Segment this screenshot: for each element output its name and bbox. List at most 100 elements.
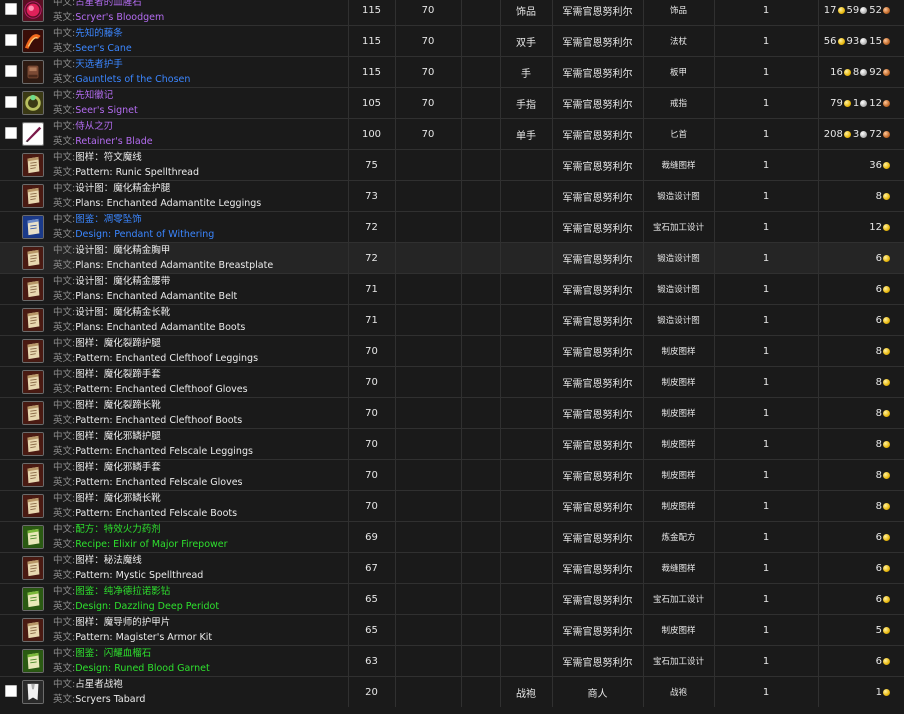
item-name-en[interactable]: Pattern: Enchanted Felscale Boots (75, 508, 237, 519)
item-name-cn[interactable]: 先知的藤条 (75, 28, 123, 39)
item-name-cn[interactable]: 占星者战袍 (75, 679, 123, 690)
item-name-cn[interactable]: 图样：魔化裂蹄手套 (75, 369, 161, 380)
vendor-name[interactable]: 军需官恩努利尔 (551, 118, 643, 150)
row-checkbox[interactable] (4, 95, 17, 108)
item-name-en[interactable]: Gauntlets of the Chosen (75, 74, 190, 85)
row-checkbox[interactable] (4, 684, 17, 697)
signet-icon[interactable] (22, 91, 44, 115)
item-name-cn[interactable]: 配方：特效火力药剂 (75, 524, 161, 535)
scroll-icon[interactable] (22, 432, 44, 456)
vendor-name[interactable]: 军需官恩努利尔 (551, 366, 643, 398)
scroll-icon[interactable] (22, 184, 44, 208)
tabard-icon[interactable] (22, 680, 44, 704)
table-row[interactable]: 中文:图样：魔化邪鳞护腿 英文:Pattern: Enchanted Felsc… (0, 428, 904, 460)
item-name-en[interactable]: Pattern: Runic Spellthread (75, 167, 199, 178)
vendor-name[interactable]: 军需官恩努利尔 (551, 552, 643, 584)
item-name-cn[interactable]: 占星者的血腥石 (75, 0, 142, 8)
item-name-en[interactable]: Design: Pendant of Withering (75, 229, 214, 240)
scroll-icon[interactable] (22, 463, 44, 487)
recipe-green-icon[interactable] (22, 525, 44, 549)
table-row[interactable]: 中文:图样：魔化邪鳞手套 英文:Pattern: Enchanted Felsc… (0, 459, 904, 491)
item-name-cn[interactable]: 先知徽记 (75, 90, 113, 101)
item-name-cn[interactable]: 图样：符文魔线 (75, 152, 142, 163)
vendor-name[interactable]: 军需官恩努利尔 (551, 242, 643, 274)
item-name-en[interactable]: Plans: Enchanted Adamantite Boots (75, 322, 245, 333)
vendor-name[interactable]: 军需官恩努利尔 (551, 273, 643, 305)
item-name-en[interactable]: Pattern: Enchanted Clefthoof Boots (75, 415, 242, 426)
item-name-cn[interactable]: 图样：魔化邪鳞长靴 (75, 493, 161, 504)
scroll-icon[interactable] (22, 246, 44, 270)
bloodgem-icon[interactable] (22, 0, 44, 22)
item-name-cn[interactable]: 图样：魔化邪鳞护腿 (75, 431, 161, 442)
vendor-name[interactable]: 军需官恩努利尔 (551, 304, 643, 336)
table-row[interactable]: 中文:先知的藤条 英文:Seer's Cane 115 70 双手 军需官恩努利… (0, 25, 904, 57)
table-row[interactable]: 中文:设计图：魔化精金腰带 英文:Plans: Enchanted Adaman… (0, 273, 904, 305)
vendor-name[interactable]: 军需官恩努利尔 (551, 335, 643, 367)
scroll-icon[interactable] (22, 401, 44, 425)
blade-icon[interactable] (22, 122, 44, 146)
item-name-cn[interactable]: 图样：魔导师的护甲片 (75, 617, 170, 628)
table-row[interactable]: 中文:占星者的血腥石 英文:Scryer's Bloodgem 115 70 饰… (0, 0, 904, 26)
item-name-cn[interactable]: 图样：秘法魔线 (75, 555, 142, 566)
item-name-en[interactable]: Plans: Enchanted Adamantite Breastplate (75, 260, 273, 271)
item-name-en[interactable]: Scryers Tabard (75, 694, 145, 705)
item-name-cn[interactable]: 图鉴：闪耀血榴石 (75, 648, 151, 659)
item-name-en[interactable]: Design: Dazzling Deep Peridot (75, 601, 219, 612)
cane-icon[interactable] (22, 29, 44, 53)
scroll-icon[interactable] (22, 494, 44, 518)
table-row[interactable]: 中文:图样：魔化邪鳞长靴 英文:Pattern: Enchanted Felsc… (0, 490, 904, 522)
vendor-name[interactable]: 军需官恩努利尔 (551, 149, 643, 181)
recipe-green-icon[interactable] (22, 587, 44, 611)
table-row[interactable]: 中文:设计图：魔化精金胸甲 英文:Plans: Enchanted Adaman… (0, 242, 904, 274)
table-row[interactable]: 中文:图鉴：凋零坠饰 英文:Design: Pendant of Witheri… (0, 211, 904, 243)
item-name-en[interactable]: Plans: Enchanted Adamantite Leggings (75, 198, 261, 209)
table-row[interactable]: 中文:图鉴：纯净德拉诺影钻 英文:Design: Dazzling Deep P… (0, 583, 904, 615)
table-row[interactable]: 中文:图样：魔化裂蹄护腿 英文:Pattern: Enchanted Cleft… (0, 335, 904, 367)
item-name-en[interactable]: Seer's Cane (75, 43, 132, 54)
gauntlets-icon[interactable] (22, 60, 44, 84)
vendor-name[interactable]: 商人 (551, 676, 643, 707)
item-name-cn[interactable]: 设计图：魔化精金护腿 (75, 183, 170, 194)
scroll-icon[interactable] (22, 370, 44, 394)
vendor-name[interactable]: 军需官恩努利尔 (551, 645, 643, 677)
vendor-name[interactable]: 军需官恩努利尔 (551, 428, 643, 460)
item-name-cn[interactable]: 图样：魔化邪鳞手套 (75, 462, 161, 473)
item-name-cn[interactable]: 设计图：魔化精金长靴 (75, 307, 170, 318)
row-checkbox[interactable] (4, 126, 17, 139)
item-name-cn[interactable]: 设计图：魔化精金腰带 (75, 276, 170, 287)
item-name-en[interactable]: Scryer's Bloodgem (75, 12, 164, 23)
table-row[interactable]: 中文:天选者护手 英文:Gauntlets of the Chosen 115 … (0, 56, 904, 88)
item-name-en[interactable]: Pattern: Magister's Armor Kit (75, 632, 212, 643)
scroll-icon[interactable] (22, 153, 44, 177)
item-name-cn[interactable]: 图样：魔化裂蹄长靴 (75, 400, 161, 411)
item-name-en[interactable]: Seer's Signet (75, 105, 138, 116)
recipe-green-icon[interactable] (22, 649, 44, 673)
vendor-name[interactable]: 军需官恩努利尔 (551, 521, 643, 553)
table-row[interactable]: 中文:图样：魔化裂蹄长靴 英文:Pattern: Enchanted Cleft… (0, 397, 904, 429)
table-row[interactable]: 中文:图样：魔化裂蹄手套 英文:Pattern: Enchanted Cleft… (0, 366, 904, 398)
table-row[interactable]: 中文:侍从之刃 英文:Retainer's Blade 100 70 单手 军需… (0, 118, 904, 150)
table-row[interactable]: 中文:图鉴：闪耀血榴石 英文:Design: Runed Blood Garne… (0, 645, 904, 677)
item-name-cn[interactable]: 天选者护手 (75, 59, 123, 70)
vendor-name[interactable]: 军需官恩努利尔 (551, 490, 643, 522)
item-name-cn[interactable]: 图鉴：凋零坠饰 (75, 214, 142, 225)
table-row[interactable]: 中文:占星者战袍 英文:Scryers Tabard 20 战袍 商人 战袍 1… (0, 676, 904, 707)
vendor-name[interactable]: 军需官恩努利尔 (551, 459, 643, 491)
table-row[interactable]: 中文:图样：秘法魔线 英文:Pattern: Mystic Spellthrea… (0, 552, 904, 584)
vendor-name[interactable]: 军需官恩努利尔 (551, 397, 643, 429)
item-name-en[interactable]: Design: Runed Blood Garnet (75, 663, 209, 674)
table-row[interactable]: 中文:配方：特效火力药剂 英文:Recipe: Elixir of Major … (0, 521, 904, 553)
item-name-en[interactable]: Pattern: Enchanted Felscale Leggings (75, 446, 253, 457)
table-row[interactable]: 中文:设计图：魔化精金护腿 英文:Plans: Enchanted Adaman… (0, 180, 904, 212)
scroll-blue-icon[interactable] (22, 215, 44, 239)
item-name-cn[interactable]: 图鉴：纯净德拉诺影钻 (75, 586, 170, 597)
table-row[interactable]: 中文:先知徽记 英文:Seer's Signet 105 70 手指 军需官恩努… (0, 87, 904, 119)
scroll-icon[interactable] (22, 308, 44, 332)
vendor-name[interactable]: 军需官恩努利尔 (551, 56, 643, 88)
vendor-name[interactable]: 军需官恩努利尔 (551, 25, 643, 57)
item-name-en[interactable]: Pattern: Enchanted Clefthoof Gloves (75, 384, 247, 395)
vendor-name[interactable]: 军需官恩努利尔 (551, 180, 643, 212)
vendor-name[interactable]: 军需官恩努利尔 (551, 583, 643, 615)
vendor-name[interactable]: 军需官恩努利尔 (551, 614, 643, 646)
item-name-cn[interactable]: 设计图：魔化精金胸甲 (75, 245, 170, 256)
